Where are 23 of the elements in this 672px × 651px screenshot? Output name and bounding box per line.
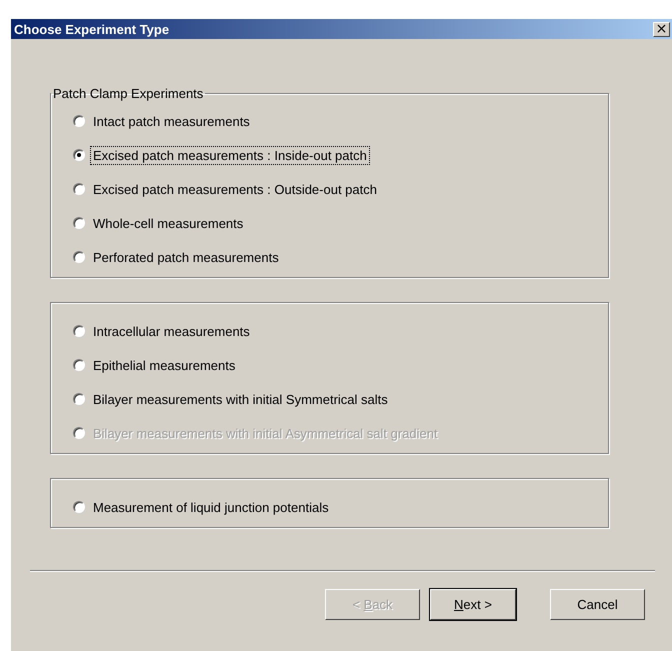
radio-button[interactable] xyxy=(73,325,85,337)
dialog-button[interactable]: Cancel xyxy=(550,589,645,620)
radio-button[interactable] xyxy=(73,217,85,229)
radio-button[interactable] xyxy=(73,501,85,513)
option-label: Excised patch measurements : Inside-out patch xyxy=(90,146,370,164)
close-button[interactable]: × xyxy=(653,22,670,36)
option-label: Perforated patch measurements xyxy=(92,248,280,266)
window-title: Choose Experiment Type xyxy=(14,22,170,36)
option-label: Whole-cell measurements xyxy=(92,214,244,232)
radio-button[interactable] xyxy=(73,115,85,127)
group-title: Patch Clamp Experiments xyxy=(52,86,204,101)
radio-button[interactable] xyxy=(73,359,85,371)
radio-button[interactable] xyxy=(73,183,85,195)
radio-button[interactable] xyxy=(73,393,85,405)
radio-button[interactable] xyxy=(73,251,85,263)
option-label: Bilayer measurements with initial Symmetrical salts xyxy=(92,390,389,408)
dialog-button[interactable]: Next > xyxy=(430,589,516,620)
option-label: Intracellular measurements xyxy=(92,322,251,340)
option-label: Intact patch measurements xyxy=(92,112,251,130)
radio-button[interactable] xyxy=(73,149,85,161)
option-label: Epithelial measurements xyxy=(92,356,236,374)
option-label: Measurement of liquid junction potentials xyxy=(92,498,330,516)
option-label: Excised patch measurements : Outside-out patch xyxy=(92,180,378,198)
